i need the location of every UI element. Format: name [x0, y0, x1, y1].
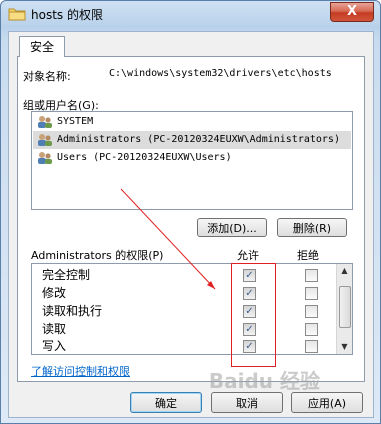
ok-button[interactable]: 确定: [130, 392, 202, 413]
watermark: Baidu 经验: [208, 369, 320, 393]
learn-access-control-link[interactable]: 了解访问控制和权限: [31, 363, 130, 379]
permissions-dialog: hosts 的权限 X 安全 对象名称: C:\windows\system32…: [0, 0, 381, 424]
cancel-button[interactable]: 取消: [211, 392, 283, 413]
annotation-arrow: [120, 188, 216, 290]
apply-button[interactable]: 应用(A): [291, 392, 363, 413]
tab-security[interactable]: 安全: [19, 36, 65, 57]
